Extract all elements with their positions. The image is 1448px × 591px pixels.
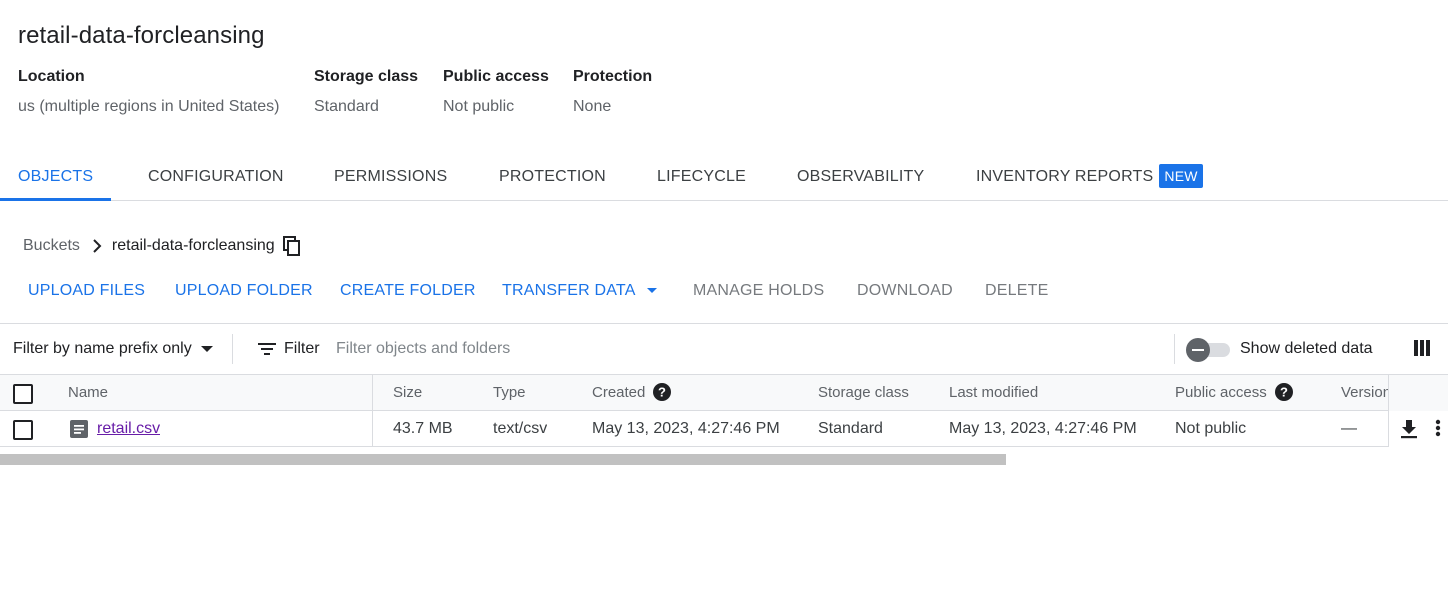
breadcrumb-current: retail-data-forcleansing: [111, 237, 275, 254]
header-type[interactable]: Type: [493, 375, 526, 411]
meta-storage-class: Storage class Standard: [314, 68, 418, 116]
breadcrumb: Buckets retail-data-forcleansing: [23, 236, 301, 256]
header-last-modified[interactable]: Last modified: [949, 375, 1038, 411]
caret-down-icon: [200, 345, 214, 353]
header-storage-class[interactable]: Storage class: [818, 375, 909, 411]
filter-input[interactable]: [336, 336, 1156, 362]
tab-permissions[interactable]: PERMISSIONS: [334, 156, 447, 201]
cell-storage-class: Standard: [818, 420, 883, 437]
meta-location-value: us (multiple regions in United States): [18, 98, 280, 115]
meta-location-label: Location: [18, 68, 85, 85]
row-actions: [1388, 411, 1448, 447]
download-icon[interactable]: [1399, 418, 1419, 445]
manage-holds-button[interactable]: MANAGE HOLDS: [693, 282, 824, 300]
show-deleted-toggle[interactable]: [1186, 338, 1230, 362]
tab-lifecycle[interactable]: LIFECYCLE: [657, 156, 746, 201]
filter-bar: Filter by name prefix only Filter Show d…: [0, 323, 1448, 375]
header-name[interactable]: Name: [68, 375, 108, 411]
tab-protection[interactable]: PROTECTION: [499, 156, 606, 201]
horizontal-scrollbar[interactable]: [0, 454, 1006, 465]
file-name-link[interactable]: retail.csv: [97, 420, 160, 437]
svg-text:?: ?: [1280, 385, 1288, 400]
delete-button[interactable]: DELETE: [985, 282, 1048, 300]
meta-storage-class-label: Storage class: [314, 68, 419, 85]
transfer-data-button[interactable]: TRANSFER DATA: [502, 282, 658, 300]
meta-protection: Protection None: [573, 68, 652, 116]
column-divider: [372, 375, 373, 411]
tab-bar: OBJECTS CONFIGURATION PERMISSIONS PROTEC…: [0, 156, 1448, 201]
new-badge: NEW: [1159, 163, 1203, 188]
more-vert-icon[interactable]: [1435, 418, 1441, 443]
row-checkbox[interactable]: [13, 420, 33, 440]
filter-label: Filter: [284, 340, 320, 357]
cell-created: May 13, 2023, 4:27:46 PM: [592, 420, 780, 437]
meta-public-access: Public access Not public: [443, 68, 549, 116]
filter-button[interactable]: Filter: [258, 340, 320, 358]
tab-inventory-reports[interactable]: INVENTORY REPORTS NEW: [976, 156, 1203, 201]
header-public-access-label: Public access: [1175, 384, 1267, 401]
transfer-data-label: TRANSFER DATA: [502, 282, 636, 300]
cell-type: text/csv: [493, 420, 548, 437]
create-folder-button[interactable]: CREATE FOLDER: [340, 282, 476, 300]
toggle-knob: [1186, 338, 1210, 362]
cell-version: —: [1341, 420, 1357, 437]
table-header: Name Size Type Created? Storage class La…: [0, 375, 1448, 411]
filter-mode-label: Filter by name prefix only: [13, 340, 192, 357]
column-divider: [372, 411, 373, 447]
meta-location: Location us (multiple regions in United …: [18, 68, 279, 116]
caret-down-icon: [646, 282, 658, 300]
meta-public-access-label: Public access: [443, 68, 549, 85]
meta-storage-class-value: Standard: [314, 98, 379, 115]
file-icon: [70, 419, 88, 444]
table-row[interactable]: retail.csv 43.7 MB text/csv May 13, 2023…: [0, 411, 1448, 447]
copy-icon[interactable]: [282, 236, 301, 256]
cell-last-modified: May 13, 2023, 4:27:46 PM: [949, 420, 1137, 437]
tab-observability[interactable]: OBSERVABILITY: [797, 156, 924, 201]
tab-objects[interactable]: OBJECTS: [0, 156, 112, 201]
filter-divider-right: [1174, 334, 1175, 364]
cell-public-access: Not public: [1175, 420, 1247, 437]
tab-configuration[interactable]: CONFIGURATION: [148, 156, 284, 201]
svg-text:?: ?: [658, 385, 666, 400]
meta-protection-value: None: [573, 98, 612, 115]
chevron-right-icon: [92, 239, 102, 253]
header-public-access[interactable]: Public access?: [1175, 375, 1293, 411]
help-icon[interactable]: ?: [1274, 383, 1293, 402]
filter-divider: [232, 334, 233, 364]
header-size[interactable]: Size: [393, 375, 422, 411]
header-created[interactable]: Created?: [592, 375, 672, 411]
filter-list-icon: [258, 342, 276, 356]
upload-folder-button[interactable]: UPLOAD FOLDER: [175, 282, 313, 300]
help-icon[interactable]: ?: [653, 383, 672, 402]
header-version[interactable]: Version: [1341, 375, 1388, 411]
header-created-label: Created: [592, 384, 646, 401]
upload-files-button[interactable]: UPLOAD FILES: [28, 282, 145, 300]
cell-size: 43.7 MB: [393, 420, 453, 437]
select-all-checkbox[interactable]: [13, 384, 33, 404]
header-actions-cell: [1388, 375, 1448, 411]
show-deleted-label: Show deleted data: [1240, 340, 1373, 357]
breadcrumb-buckets-link[interactable]: Buckets: [23, 237, 80, 255]
filter-mode-select[interactable]: Filter by name prefix only: [13, 340, 214, 358]
bucket-title: retail-data-forcleansing: [18, 22, 265, 49]
tab-inventory-reports-label: INVENTORY REPORTS: [976, 168, 1154, 185]
meta-protection-label: Protection: [573, 68, 653, 85]
download-button[interactable]: DOWNLOAD: [857, 282, 953, 300]
column-display-icon[interactable]: [1414, 338, 1430, 363]
file-name-link-cell: retail.csv: [97, 411, 160, 447]
meta-public-access-value: Not public: [443, 98, 515, 115]
